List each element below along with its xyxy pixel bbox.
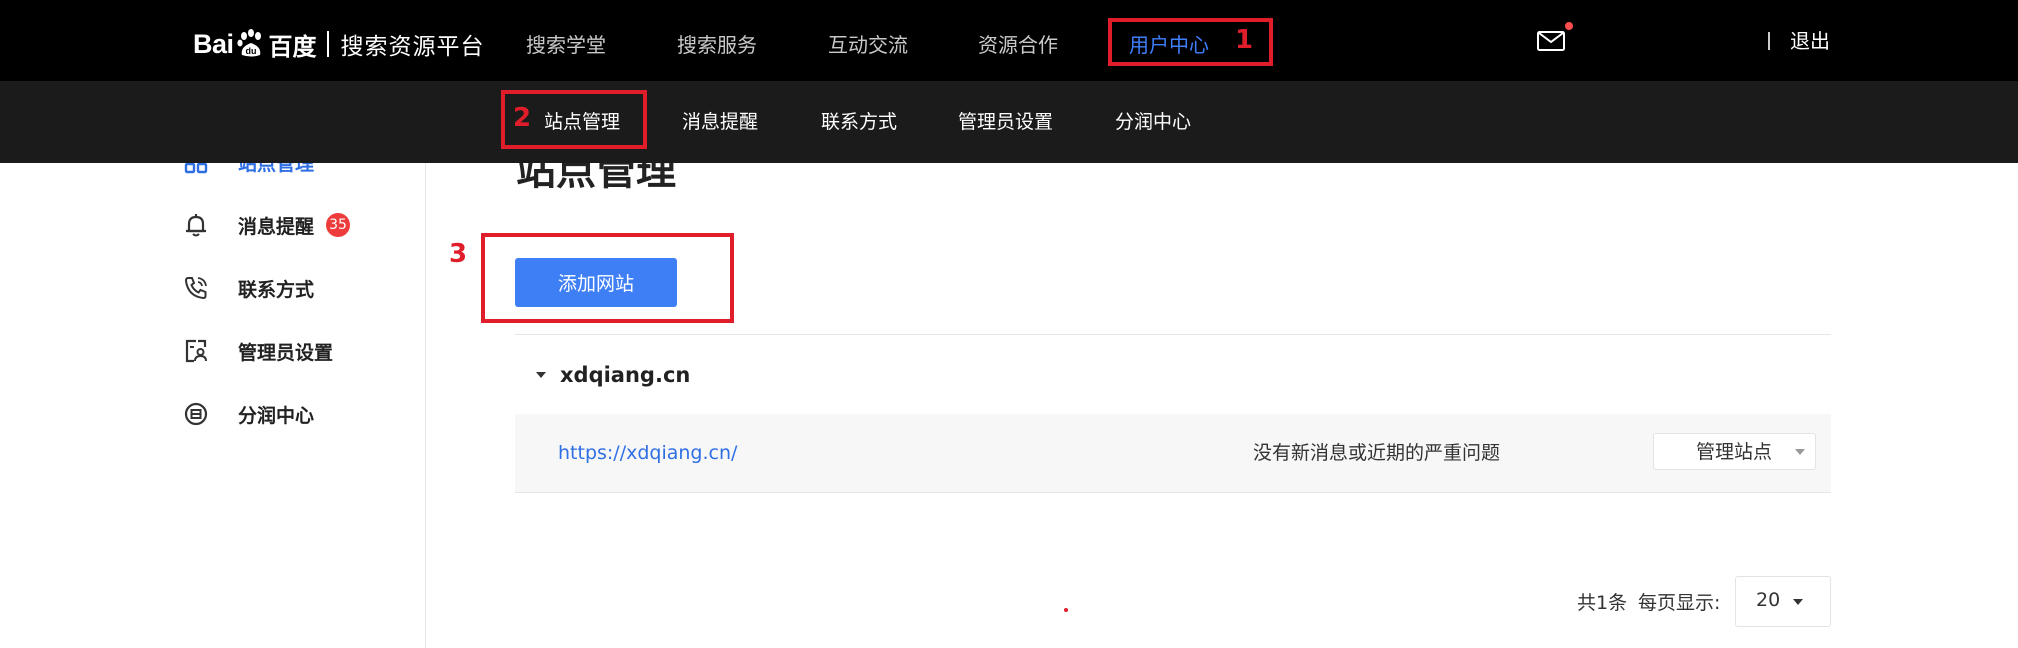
paw-logo-icon: du [236,29,266,59]
total-count: 共1条 [1577,592,1628,614]
subnav-item-revenue-share[interactable]: 分润中心 [1115,105,1191,139]
site-name: xdqiang.cn [560,363,691,387]
sidebar-item-admin-settings[interactable]: 管理员设置 [182,335,333,367]
sidebar-divider [425,163,426,648]
topnav-item-resource-cooperation[interactable]: 资源合作 [978,28,1058,62]
annotation-number-2: 2 [513,103,532,133]
chevron-down-icon [1795,449,1805,455]
logo-divider [326,31,329,57]
sidebar-item-label: 消息提醒 [238,215,315,238]
coin-icon [182,400,210,428]
subnav-item-messages[interactable]: 消息提醒 [682,105,758,139]
chevron-down-icon [1793,599,1803,605]
baidu-logo[interactable]: Bai du 百度 搜索资源平台 [193,26,485,62]
top-divider [1768,32,1770,50]
sidebar-item-contact[interactable]: 联系方式 [182,272,314,304]
sub-navigation-bar: 站点管理 消息提醒 联系方式 管理员设置 分润中心 [0,81,2018,163]
sidebar-item-revenue-share[interactable]: 分润中心 [182,398,314,430]
per-page-select[interactable]: 20 [1735,576,1831,627]
site-group-header[interactable]: xdqiang.cn [536,360,690,390]
cursor-dot [1064,608,1068,612]
per-page-label: 每页显示: [1638,592,1721,614]
sidebar-item-messages[interactable]: 消息提醒 35 [182,209,351,241]
unread-dot [1565,22,1573,30]
manage-site-dropdown[interactable]: 管理站点 [1653,433,1816,470]
svg-text:du: du [245,46,256,56]
admin-card-icon [182,337,210,365]
site-status-text: 没有新消息或近期的严重问题 [1253,442,1501,464]
section-divider [515,334,1831,335]
topnav-item-search-services[interactable]: 搜索服务 [677,28,757,62]
manage-site-label: 管理站点 [1696,441,1773,463]
per-page-value: 20 [1756,589,1781,611]
subnav-item-contact[interactable]: 联系方式 [821,105,897,139]
topnav-item-interaction[interactable]: 互动交流 [828,28,908,62]
sidebar-item-label: 分润中心 [238,404,315,427]
sidebar-item-label: 联系方式 [238,278,315,301]
logo-chinese: 百度 [268,32,317,61]
topnav-item-search-academy[interactable]: 搜索学堂 [526,28,606,62]
sidebar-item-label: 管理员设置 [238,341,334,364]
top-navigation-bar: Bai du 百度 搜索资源平台 搜索学堂 搜索服务 互动交流 资源合作 用户中… [0,0,2018,81]
logout-link[interactable]: 退出 [1790,26,1830,56]
annotation-number-3: 3 [449,239,468,269]
annotation-box-3 [481,233,734,323]
message-count-badge: 35 [326,213,351,237]
annotation-number-1: 1 [1235,25,1254,55]
mail-icon[interactable] [1536,29,1566,53]
subnav-item-admin-settings[interactable]: 管理员设置 [958,105,1053,139]
platform-title: 搜索资源平台 [340,34,485,60]
table-row: https://xdqiang.cn/ 没有新消息或近期的严重问题 管理站点 [515,414,1831,493]
caret-down-icon [536,372,546,378]
logo-wordmark: Bai [193,28,234,59]
bell-icon [182,211,210,239]
site-url-link[interactable]: https://xdqiang.cn/ [558,440,737,466]
phone-icon [182,274,210,302]
